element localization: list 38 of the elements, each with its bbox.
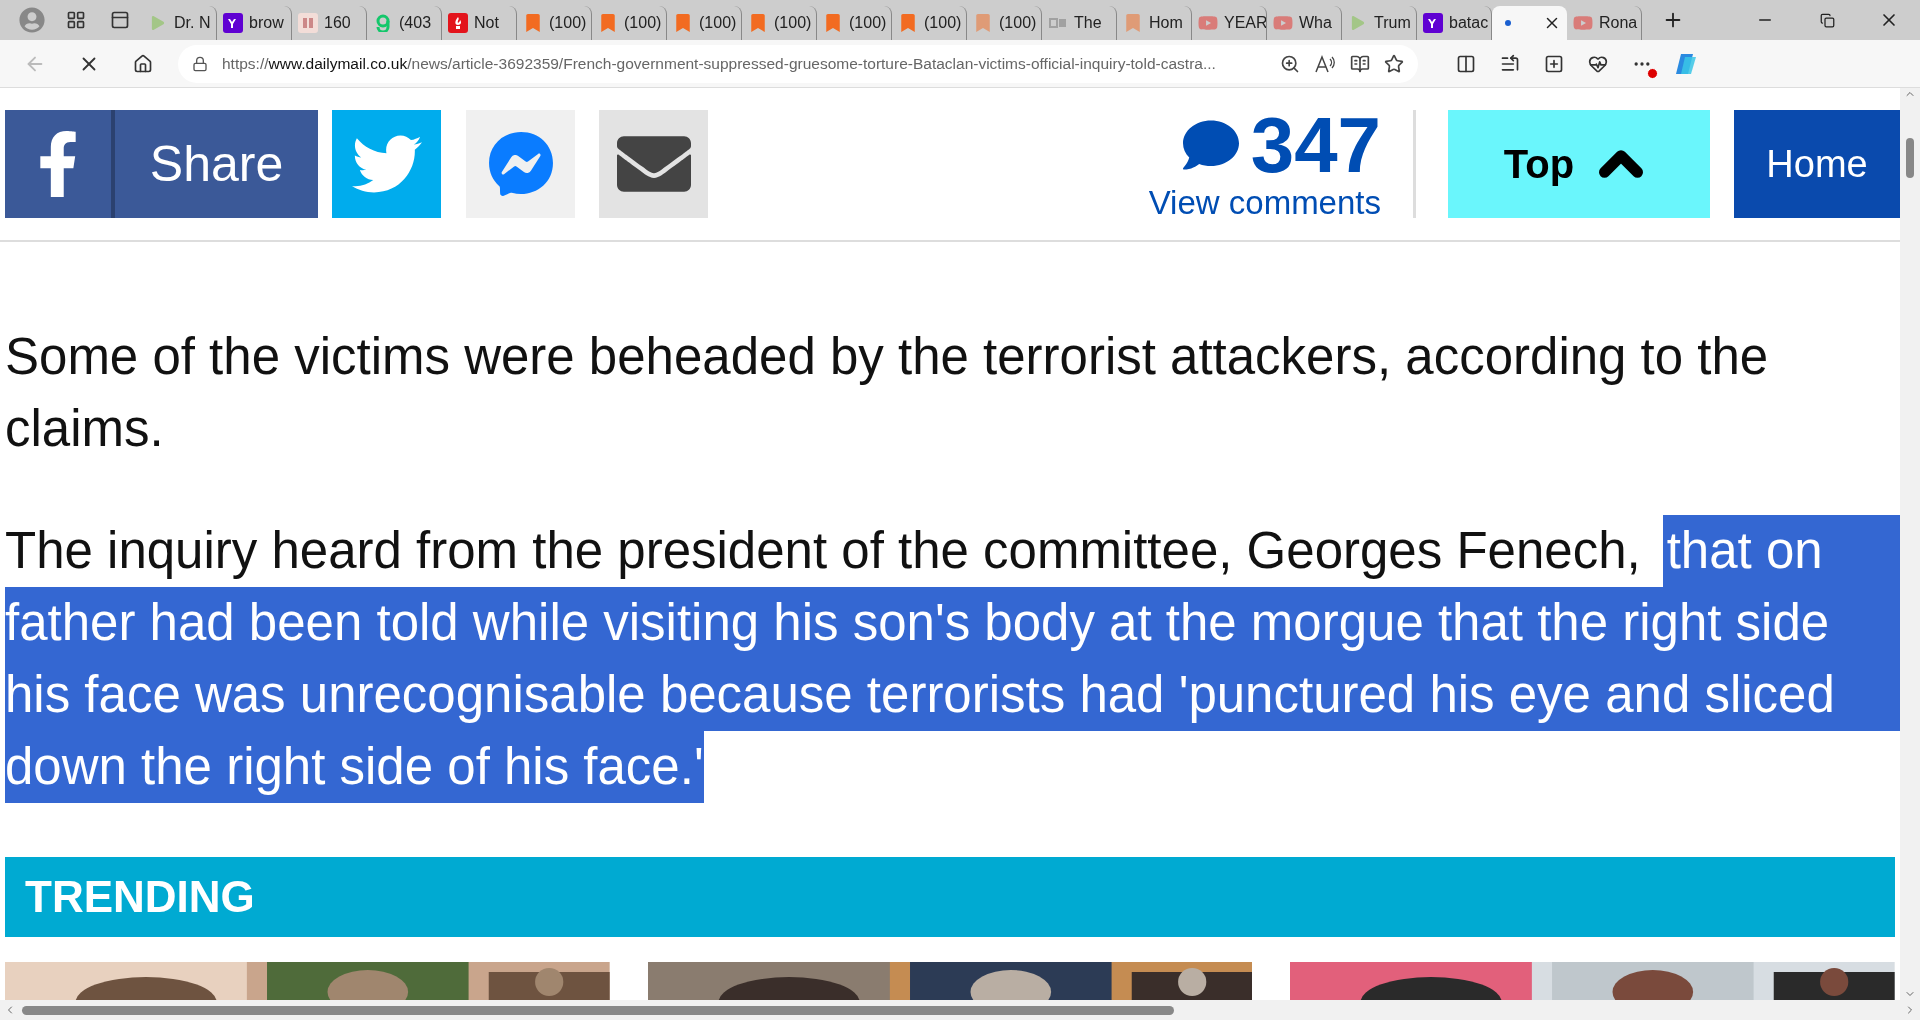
selected-text: that on <box>1662 515 1900 587</box>
reader-icon[interactable] <box>1350 53 1370 74</box>
zoom-icon[interactable] <box>1280 53 1300 74</box>
bookmark-icon <box>673 13 693 33</box>
facebook-share-button[interactable]: Share <box>5 110 318 218</box>
bookmark-icon <box>598 13 618 33</box>
youtube-icon <box>1198 13 1218 33</box>
bookmark-icon <box>898 13 918 33</box>
torch-icon <box>448 13 468 33</box>
read-aloud-icon[interactable] <box>1314 53 1336 74</box>
bookmark-icon <box>748 13 768 33</box>
selected-text: father had been told while visiting his son's body at the morgue that the right side <box>5 587 1900 659</box>
yahoo-icon <box>1423 13 1443 33</box>
address-field[interactable]: https://www.dailymail.co.uk/news/article-3692359/French-government-suppressed-gruesome-torture-Bataclan-victims-official-inquiry-told-castra... <box>178 44 1418 83</box>
youtube-icon <box>1273 13 1293 33</box>
top-button[interactable]: Top <box>1448 110 1710 218</box>
scrollbar-thumb[interactable] <box>1906 138 1914 178</box>
bookmark-icon <box>973 13 993 33</box>
article-paragraph: Some of the victims were beheaded by the terrorist attackers, according to the claims. <box>5 327 1770 459</box>
trending-title: TRENDING <box>25 872 255 922</box>
scrollbar-thumb[interactable] <box>22 1005 1174 1015</box>
bookmark-icon <box>523 13 543 33</box>
favorite-icon[interactable] <box>1384 53 1404 74</box>
view-comments-link[interactable]: View comments <box>1148 184 1381 222</box>
comment-count: 347 <box>1250 106 1381 184</box>
messenger-share-button[interactable] <box>466 110 575 218</box>
lock-icon[interactable] <box>192 55 208 72</box>
article-text: The inquiry heard from the president of the committee, Georges Fenech, <box>5 521 1641 581</box>
selected-text: his face was unrecognisable because terrorists had 'punctured his eye and sliced <box>5 659 1900 731</box>
twitter-share-button[interactable] <box>332 110 441 218</box>
bookmark-icon <box>823 13 843 33</box>
selected-text: down the right side of his face.' <box>5 731 704 803</box>
youtube-icon <box>1573 13 1593 33</box>
messenger-icon <box>487 131 554 197</box>
home-button[interactable]: Home <box>1734 110 1900 218</box>
email-share-button[interactable] <box>599 110 708 218</box>
bookmark-icon <box>1123 13 1143 33</box>
yahoo-icon <box>223 13 243 33</box>
